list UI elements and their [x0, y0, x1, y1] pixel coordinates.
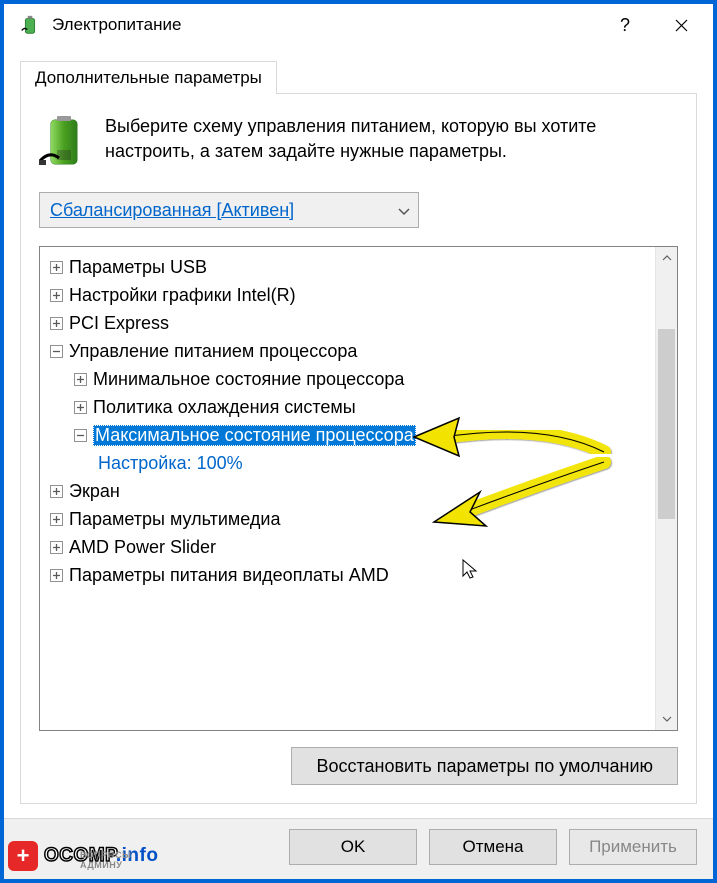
content-area: Дополнительные параметры Выберите схему … — [4, 46, 713, 818]
tree-item-label: Параметры мультимедиа — [69, 509, 280, 530]
tree-item-label: Параметры USB — [69, 257, 207, 278]
tree-item[interactable]: Параметры питания видеоплаты AMD — [50, 561, 651, 589]
expand-icon[interactable] — [50, 513, 63, 526]
expand-icon[interactable] — [74, 401, 87, 414]
tree-item[interactable]: Максимальное состояние процессора — [50, 421, 651, 449]
tree-item[interactable]: Настройки графики Intel(R) — [50, 281, 651, 309]
setting-value-line[interactable]: Настройка: 100% — [50, 449, 651, 477]
battery-icon — [18, 13, 42, 37]
scroll-thumb[interactable] — [658, 329, 675, 519]
watermark-badge-icon: + — [8, 841, 38, 871]
tab-advanced[interactable]: Дополнительные параметры — [20, 61, 277, 94]
scrollbar[interactable] — [655, 247, 677, 730]
scroll-track[interactable] — [656, 269, 677, 708]
tree-item[interactable]: Экран — [50, 477, 651, 505]
titlebar: Электропитание ? — [4, 4, 713, 46]
power-options-dialog: Электропитание ? Дополнительные параметр… — [4, 4, 713, 879]
power-plan-select[interactable]: Сбалансированная [Активен] — [39, 192, 419, 228]
tree-item[interactable]: Минимальное состояние процессора — [50, 365, 651, 393]
cancel-button[interactable]: Отмена — [429, 829, 557, 865]
tree-item[interactable]: Управление питанием процессора — [50, 337, 651, 365]
help-button[interactable]: ? — [597, 4, 653, 46]
expand-icon[interactable] — [50, 485, 63, 498]
expand-icon[interactable] — [50, 261, 63, 274]
scroll-up-button[interactable] — [656, 247, 677, 269]
window-title: Электропитание — [52, 15, 597, 35]
tree-item-label: Управление питанием процессора — [69, 341, 357, 362]
close-button[interactable] — [653, 4, 709, 46]
tree-item-label: Минимальное состояние процессора — [93, 369, 404, 390]
tree-item[interactable]: AMD Power Slider — [50, 533, 651, 561]
instruction-text: Выберите схему управления питанием, кото… — [105, 114, 678, 170]
chevron-down-icon — [398, 200, 410, 221]
tabstrip: Дополнительные параметры — [20, 60, 697, 93]
tree-item-label: Политика охлаждения системы — [93, 397, 356, 418]
ok-button[interactable]: OK — [289, 829, 417, 865]
scroll-down-button[interactable] — [656, 708, 677, 730]
apply-button[interactable]: Применить — [569, 829, 697, 865]
tree-item[interactable]: Параметры USB — [50, 253, 651, 281]
watermark: + OCOMP.info ВОПРОСЫ АДМИНУ — [8, 841, 158, 871]
collapse-icon[interactable] — [50, 345, 63, 358]
collapse-icon[interactable] — [74, 429, 87, 442]
tree-item-label: PCI Express — [69, 313, 169, 334]
plan-selected-label: Сбалансированная [Активен] — [50, 200, 294, 221]
tree-item[interactable]: PCI Express — [50, 309, 651, 337]
tree-item-label: Экран — [69, 481, 120, 502]
settings-tree: Параметры USB Настройки графики Intel(R) P… — [39, 246, 678, 731]
tree-viewport: Параметры USB Настройки графики Intel(R) P… — [40, 247, 655, 730]
expand-icon[interactable] — [50, 289, 63, 302]
instruction-row: Выберите схему управления питанием, кото… — [39, 114, 678, 170]
tree-item-label: AMD Power Slider — [69, 537, 216, 558]
battery-large-icon — [39, 114, 87, 170]
tree-item-label: Параметры питания видеоплаты AMD — [69, 565, 389, 586]
tree-item-label: Максимальное состояние процессора — [93, 425, 416, 446]
expand-icon[interactable] — [50, 569, 63, 582]
tree-item-label: Настройки графики Intel(R) — [69, 285, 296, 306]
watermark-subtitle: ВОПРОСЫ АДМИНУ — [80, 850, 158, 870]
expand-icon[interactable] — [50, 317, 63, 330]
tree-item[interactable]: Параметры мультимедиа — [50, 505, 651, 533]
expand-icon[interactable] — [74, 373, 87, 386]
expand-icon[interactable] — [50, 541, 63, 554]
tree-item[interactable]: Политика охлаждения системы — [50, 393, 651, 421]
restore-defaults-button[interactable]: Восстановить параметры по умолчанию — [291, 747, 678, 785]
tab-panel: Выберите схему управления питанием, кото… — [20, 93, 697, 804]
